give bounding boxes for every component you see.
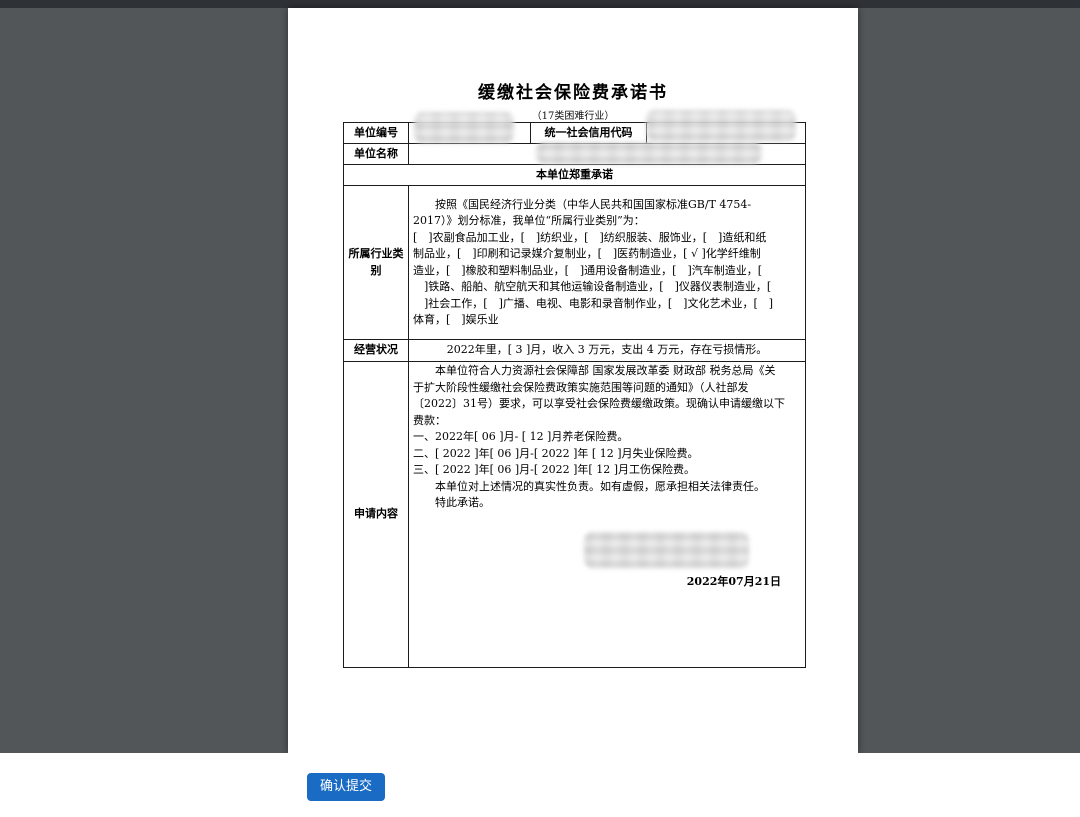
industry-label: 所属行业类别 bbox=[344, 186, 409, 340]
redacted-credit-code-blur bbox=[646, 110, 796, 141]
viewer-toolbar bbox=[0, 0, 1080, 8]
credit-code-label: 统一社会信用代码 bbox=[531, 123, 647, 144]
unit-name-label: 单位名称 bbox=[344, 144, 409, 165]
document-page: 缓缴社会保险费承诺书 （17类困难行业） 单位编号 统一社会信用代码 单位名称 … bbox=[288, 8, 858, 753]
operation-content: 2022年里，[ 3 ]月，收入 3 万元，支出 4 万元，存在亏损情形。 bbox=[409, 340, 806, 362]
confirm-submit-button[interactable]: 确认提交 bbox=[307, 773, 385, 801]
industry-content: 按照《国民经济行业分类（中华人民共和国国家标准GB/T 4754- 2017）》… bbox=[409, 186, 806, 340]
application-content: 本单位符合人力资源社会保障部 国家发展改革委 财政部 税务总局《关 于扩大阶段性… bbox=[413, 363, 801, 512]
application-label: 申请内容 bbox=[344, 362, 409, 668]
pdf-viewer: 缓缴社会保险费承诺书 （17类困难行业） 单位编号 统一社会信用代码 单位名称 … bbox=[0, 0, 1080, 753]
redacted-stamp-blur bbox=[584, 532, 749, 568]
application-date: 2022年07月21日 bbox=[687, 574, 781, 591]
redacted-unit-number-blur bbox=[414, 112, 514, 143]
document-title: 缓缴社会保险费承诺书 bbox=[288, 78, 858, 103]
redacted-unit-name-blur bbox=[536, 142, 762, 164]
table-row-application: 申请内容 本单位符合人力资源社会保障部 国家发展改革委 财政部 税务总局《关 于… bbox=[344, 362, 806, 668]
application-cell: 本单位符合人力资源社会保障部 国家发展改革委 财政部 税务总局《关 于扩大阶段性… bbox=[409, 362, 806, 668]
pledge-header: 本单位郑重承诺 bbox=[344, 165, 806, 186]
table-row-industry: 所属行业类别 按照《国民经济行业分类（中华人民共和国国家标准GB/T 4754-… bbox=[344, 186, 806, 340]
table-row-pledge-header: 本单位郑重承诺 bbox=[344, 165, 806, 186]
commitment-form-table: 单位编号 统一社会信用代码 单位名称 本单位郑重承诺 所属行业类别 按照《国民经… bbox=[343, 122, 806, 668]
table-row-operation: 经营状况 2022年里，[ 3 ]月，收入 3 万元，支出 4 万元，存在亏损情… bbox=[344, 340, 806, 362]
unit-number-label: 单位编号 bbox=[344, 123, 409, 144]
operation-label: 经营状况 bbox=[344, 340, 409, 362]
